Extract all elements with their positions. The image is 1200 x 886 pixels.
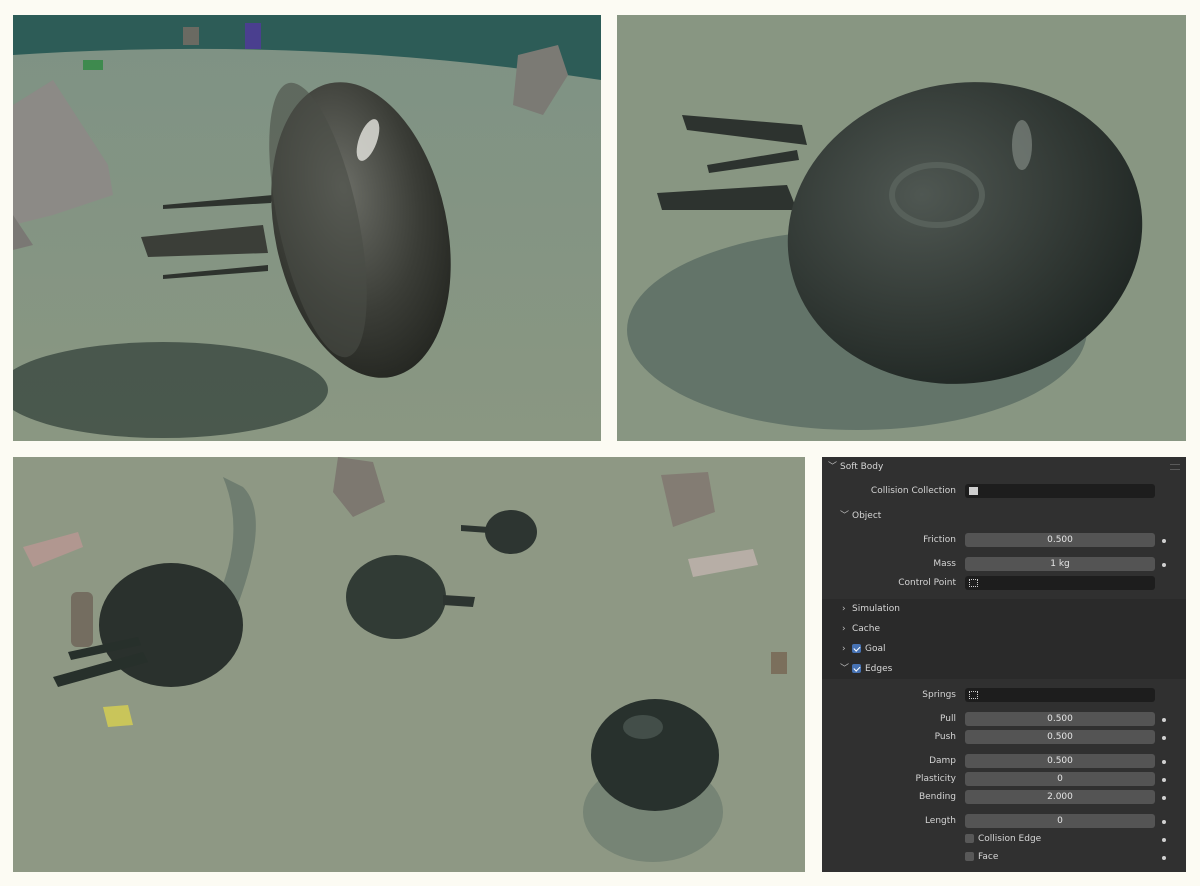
friction-field[interactable]: 0.500 [965, 533, 1155, 547]
springs-field[interactable] [965, 688, 1155, 702]
keyframe-dot[interactable] [1162, 736, 1166, 740]
plasticity-field[interactable]: 0 [965, 772, 1155, 786]
simulation-subpanel-header[interactable]: › Simulation [822, 599, 1186, 619]
object-subpanel-header[interactable]: ﹀ Object [840, 506, 881, 526]
cache-subpanel-header[interactable]: › Cache [822, 619, 1186, 639]
keyframe-dot[interactable] [1162, 856, 1166, 860]
goal-subpanel-header[interactable]: › Goal [822, 639, 1186, 659]
vertex-group-icon [969, 691, 978, 699]
edges-checkbox[interactable] [852, 664, 861, 673]
face-label: Face [978, 852, 999, 862]
mass-label: Mass [933, 559, 956, 569]
object-subpanel-title: Object [852, 511, 882, 521]
bending-label: Bending [918, 792, 956, 802]
control-point-field[interactable] [965, 576, 1155, 590]
control-point-label: Control Point [898, 578, 956, 588]
damp-label: Damp [929, 756, 956, 766]
simulation-title: Simulation [852, 604, 900, 614]
plasticity-label: Plasticity [915, 774, 956, 784]
edges-subpanel-header[interactable]: ﹀ Edges [822, 659, 1186, 679]
collision-edge-checkbox[interactable] [965, 834, 974, 843]
soft-body-title: Soft Body [840, 462, 884, 472]
edges-title: Edges [865, 664, 893, 674]
keyframe-dot[interactable] [1162, 539, 1166, 543]
bending-field[interactable]: 2.000 [965, 790, 1155, 804]
length-label: Length [924, 816, 956, 826]
keyframe-dot[interactable] [1162, 796, 1166, 800]
mass-field[interactable]: 1 kg [965, 557, 1155, 571]
render-jellyfish-group [13, 457, 805, 872]
soft-body-header[interactable]: ﹀ Soft Body [828, 457, 883, 477]
collision-collection-field[interactable] [965, 484, 1155, 498]
springs-label: Springs [922, 690, 956, 700]
friction-label: Friction [923, 535, 956, 545]
chevron-down-icon: ﹀ [840, 511, 850, 521]
goal-title: Goal [865, 644, 886, 654]
push-label: Push [934, 732, 956, 742]
render-jellyfish-top [617, 15, 1186, 441]
keyframe-dot[interactable] [1162, 820, 1166, 824]
cache-title: Cache [852, 624, 880, 634]
keyframe-dot[interactable] [1162, 563, 1166, 567]
collection-icon [969, 487, 978, 495]
keyframe-dot[interactable] [1162, 778, 1166, 782]
keyframe-dot[interactable] [1162, 838, 1166, 842]
pull-label: Pull [940, 714, 956, 724]
pull-field[interactable]: 0.500 [965, 712, 1155, 726]
render-jellyfish-side [13, 15, 601, 441]
goal-checkbox[interactable] [852, 644, 861, 653]
length-field[interactable]: 0 [965, 814, 1155, 828]
collision-collection-label: Collision Collection [870, 486, 956, 496]
keyframe-dot[interactable] [1162, 718, 1166, 722]
collision-edge-label: Collision Edge [978, 834, 1042, 844]
keyframe-dot[interactable] [1162, 760, 1166, 764]
chevron-down-icon: ﹀ [828, 462, 838, 472]
damp-field[interactable]: 0.500 [965, 754, 1155, 768]
push-field[interactable]: 0.500 [965, 730, 1155, 744]
properties-panel: ﹀ Soft Body Collision Collection ﹀ Object … [822, 457, 1186, 872]
drag-grip-icon[interactable] [1170, 464, 1180, 470]
face-checkbox[interactable] [965, 852, 974, 861]
vertex-group-icon [969, 579, 978, 587]
chevron-down-icon: ﹀ [840, 664, 850, 674]
